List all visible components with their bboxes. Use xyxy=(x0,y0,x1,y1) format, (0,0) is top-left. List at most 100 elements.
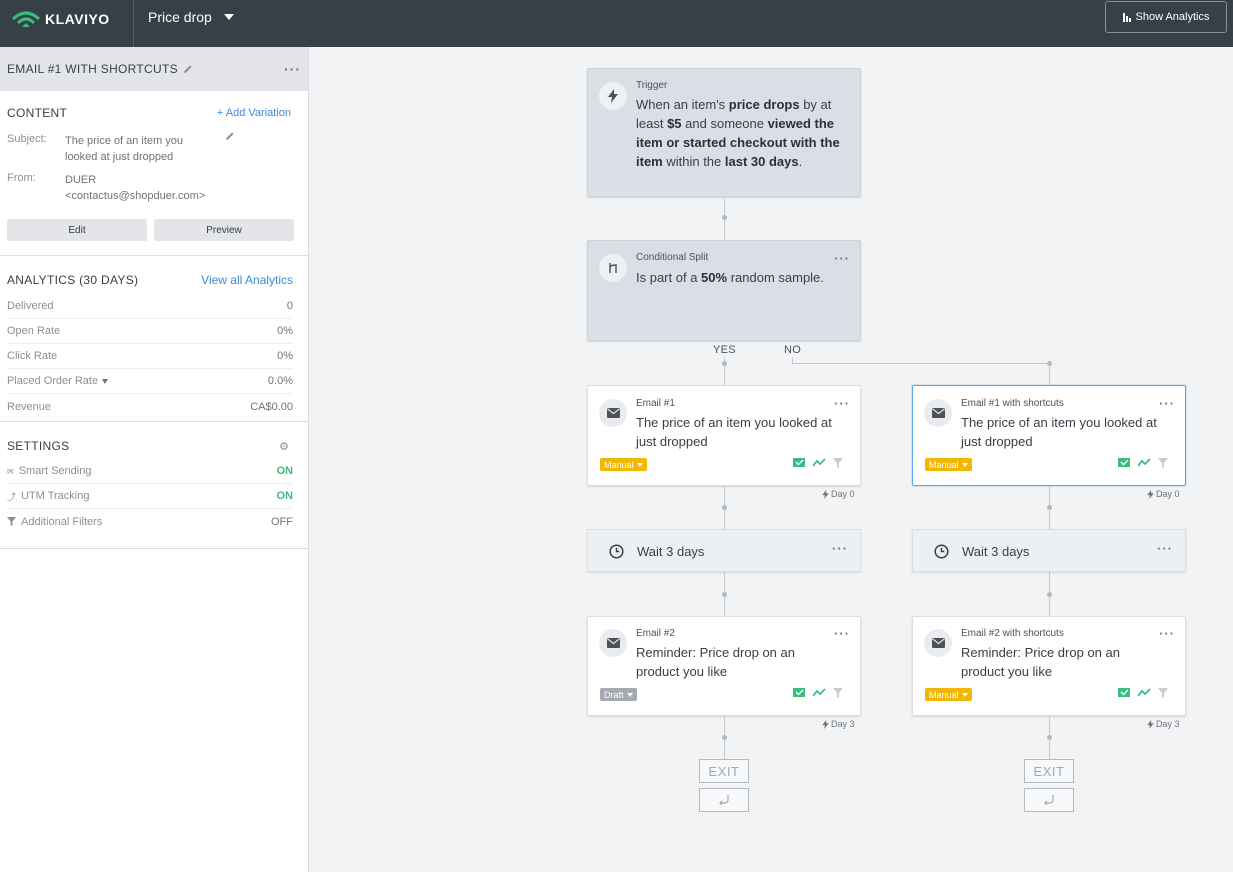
wait-card-left[interactable]: Wait 3 days ··· xyxy=(587,529,861,572)
email-label: Email #2 with shortcuts xyxy=(961,628,1064,639)
lightning-icon xyxy=(822,719,829,729)
caret-down-icon[interactable] xyxy=(102,378,109,384)
add-variation-link[interactable]: + Add Variation xyxy=(217,107,291,119)
envelope-icon xyxy=(924,399,952,427)
more-options-icon[interactable]: ··· xyxy=(834,396,850,411)
setting-additional-filters[interactable]: Additional Filters OFF xyxy=(7,509,293,534)
row-label: Delivered xyxy=(7,300,54,312)
row-value: 0% xyxy=(277,325,293,337)
subject-value: The price of an item you looked at just … xyxy=(65,135,184,163)
show-analytics-button[interactable]: Show Analytics xyxy=(1105,1,1227,33)
setting-value: ON xyxy=(276,465,294,477)
row-label: Revenue xyxy=(7,400,52,413)
lightning-icon xyxy=(1147,489,1154,499)
trigger-card[interactable]: Trigger When an item's price drops by at… xyxy=(587,68,861,197)
setting-value: OFF xyxy=(271,515,293,528)
setting-label: Additional Filters xyxy=(21,515,103,528)
lightning-icon xyxy=(822,489,829,499)
filter-icon xyxy=(1158,687,1168,698)
conditional-split-card[interactable]: Conditional Split ··· Is part of a 50% r… xyxy=(587,240,861,341)
edit-subject-pencil-icon[interactable] xyxy=(225,131,235,141)
sidebar-header: EMAIL #1 WITH SHORTCUTS ··· xyxy=(0,47,308,91)
status-badge[interactable]: Manual xyxy=(925,458,972,471)
more-options-icon[interactable]: ··· xyxy=(832,541,848,556)
flow-name-label: Price drop xyxy=(148,9,212,25)
preview-button[interactable]: Preview xyxy=(154,219,294,241)
more-options-icon[interactable]: ··· xyxy=(1159,626,1175,641)
view-all-analytics-link[interactable]: View all Analytics xyxy=(201,273,293,287)
analytics-row-placed-order-rate[interactable]: Placed Order Rate 0.0% xyxy=(7,369,293,394)
email-2-shortcuts-card[interactable]: Email #2 with shortcuts ··· Reminder: Pr… xyxy=(912,616,1186,716)
row-label: Placed Order Rate xyxy=(7,375,99,387)
connector-node[interactable] xyxy=(722,361,727,366)
smart-sending-icon xyxy=(1118,687,1131,698)
email-subject: The price of an item you looked at just … xyxy=(636,415,832,449)
more-options-icon[interactable]: ··· xyxy=(284,61,301,77)
analytics-row-open-rate: Open Rate 0% xyxy=(7,319,293,344)
yes-branch-label: YES xyxy=(713,344,736,356)
more-options-icon[interactable]: ··· xyxy=(834,251,850,266)
smart-sending-icon xyxy=(793,457,806,468)
settings-title: SETTINGS xyxy=(7,439,70,453)
smart-sending-icon xyxy=(793,687,806,698)
utm-tracking-icon xyxy=(1138,688,1151,697)
more-options-icon[interactable]: ··· xyxy=(1159,396,1175,411)
analytics-row-revenue: Revenue CA$0.00 xyxy=(7,394,293,419)
connector-node[interactable] xyxy=(1047,505,1052,510)
flow-canvas: Trigger When an item's price drops by at… xyxy=(310,47,1233,872)
sidebar: EMAIL #1 WITH SHORTCUTS ··· CONTENT + Ad… xyxy=(0,47,309,872)
clock-icon xyxy=(609,544,624,559)
status-badge[interactable]: Draft xyxy=(600,688,637,701)
email-2-card[interactable]: Email #2 ··· Reminder: Price drop on an … xyxy=(587,616,861,716)
top-bar: KLAVIYO Price drop Show Analytics xyxy=(0,0,1233,47)
analytics-title: ANALYTICS (30 DAYS) xyxy=(7,273,139,287)
wait-card-right[interactable]: Wait 3 days ··· xyxy=(912,529,1186,572)
row-value: CA$0.00 xyxy=(250,400,293,413)
connector-node[interactable] xyxy=(1047,361,1052,366)
split-text: Is part of a 50% random sample. xyxy=(636,270,824,285)
gear-icon[interactable]: ⚙ xyxy=(279,440,289,453)
day-label: Day 3 xyxy=(822,719,855,729)
lightning-icon xyxy=(599,82,627,110)
email-1-shortcuts-card[interactable]: Email #1 with shortcuts ··· The price of… xyxy=(912,385,1186,486)
more-options-icon[interactable]: ··· xyxy=(1157,541,1173,556)
email-1-card[interactable]: Email #1 ··· The price of an item you lo… xyxy=(587,385,861,486)
subject-field: Subject: The price of an item you looked… xyxy=(7,131,301,165)
email-subject: Reminder: Price drop on an product you l… xyxy=(636,645,795,679)
setting-smart-sending[interactable]: ✉ Smart Sending ON xyxy=(7,459,293,484)
envelope-icon xyxy=(599,399,627,427)
status-icons xyxy=(793,457,843,468)
filter-icon xyxy=(7,517,16,526)
more-options-icon[interactable]: ··· xyxy=(834,626,850,641)
klaviyo-logo[interactable]: KLAVIYO xyxy=(10,7,110,31)
exit-branch-button-right[interactable] xyxy=(1024,788,1074,812)
day-label: Day 3 xyxy=(1147,719,1180,729)
flow-name-dropdown[interactable]: Price drop xyxy=(148,9,234,25)
connector-node[interactable] xyxy=(1047,592,1052,597)
status-badge[interactable]: Manual xyxy=(600,458,647,471)
email-subject: Reminder: Price drop on an product you l… xyxy=(961,645,1120,679)
return-arrow-icon xyxy=(1044,795,1054,805)
exit-branch-button-left[interactable] xyxy=(699,788,749,812)
exit-box-left: EXIT xyxy=(699,759,749,783)
pencil-icon[interactable] xyxy=(183,64,193,74)
divider xyxy=(0,548,308,549)
wifi-flag-icon xyxy=(11,11,41,27)
edit-button[interactable]: Edit xyxy=(7,219,147,241)
connector-node[interactable] xyxy=(722,592,727,597)
smart-sending-icon xyxy=(1118,457,1131,468)
status-icons xyxy=(1118,687,1168,698)
setting-utm-tracking[interactable]: ⤴ UTM Tracking ON xyxy=(7,484,293,509)
connector-node[interactable] xyxy=(1047,735,1052,740)
trigger-label: Trigger xyxy=(636,80,668,91)
connector-node[interactable] xyxy=(722,505,727,510)
show-analytics-label: Show Analytics xyxy=(1135,11,1210,23)
wait-label: Wait 3 days xyxy=(637,544,705,559)
from-field: From: DUER <contactus@shopduer.com> xyxy=(7,172,301,204)
status-badge[interactable]: Manual xyxy=(925,688,972,701)
wait-label: Wait 3 days xyxy=(962,544,1030,559)
connector-node[interactable] xyxy=(722,735,727,740)
connector-node[interactable] xyxy=(722,215,727,220)
filter-icon xyxy=(1158,457,1168,468)
split-label: Conditional Split xyxy=(636,252,709,263)
